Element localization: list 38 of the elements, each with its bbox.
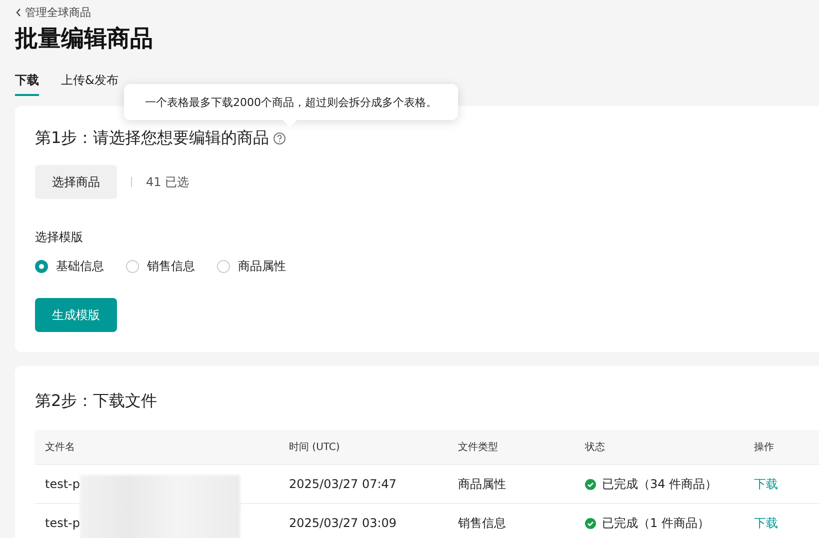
table-cell-text: 2025/03/27 07:47 [289,477,398,491]
download-link[interactable]: 下载 [754,514,819,532]
table-cell-text: 2025/03/27 03:09 [289,516,398,530]
column-header: 操作 [754,441,775,454]
generate-template-button[interactable]: 生成模版 [35,298,117,332]
template-option[interactable]: 商品属性 [217,258,286,275]
table-cell-text: test-p [45,477,81,491]
option-label: 销售信息 [147,258,195,275]
column-header: 时间 (UTC) [289,440,341,454]
template-option[interactable]: 销售信息 [126,258,195,275]
radio-button[interactable] [126,260,139,273]
radio-button[interactable] [35,260,48,273]
check-circle-icon [585,478,596,490]
tab[interactable]: 上传&发布 [61,72,118,96]
status-text: 已完成（34 件商品） [602,476,718,492]
selected-count: 41 已选 [146,174,190,190]
column-header: 状态 [585,440,606,454]
download-link[interactable]: 下载 [754,476,819,492]
column-header: 文件类型 [458,440,499,454]
radio-button[interactable] [217,260,230,273]
table-cell-text: test-p [45,516,81,530]
column-header: 文件名 [45,440,76,454]
table-cell-text: 销售信息 [458,514,507,532]
template-option[interactable]: 基础信息 [35,258,104,275]
tab[interactable]: 下载 [15,72,39,96]
help-icon [273,132,286,145]
table-cell-text: 商品属性 [458,476,507,492]
option-label: 商品属性 [238,258,286,275]
chevron-left-icon [15,8,22,17]
check-circle-icon [585,518,596,528]
back-link[interactable]: 管理全球商品 [15,5,91,20]
select-products-button[interactable]: 选择商品 [35,165,117,199]
step-heading: 第2步：下载文件 [35,391,158,412]
status-text: 已完成（1 件商品） [602,514,710,532]
step-heading: 第1步：请选择您想要编辑的商品 [35,128,270,149]
template-label: 选择模版 [35,229,84,246]
option-label: 基础信息 [56,258,104,275]
page-title: 批量编辑商品 [15,25,154,54]
